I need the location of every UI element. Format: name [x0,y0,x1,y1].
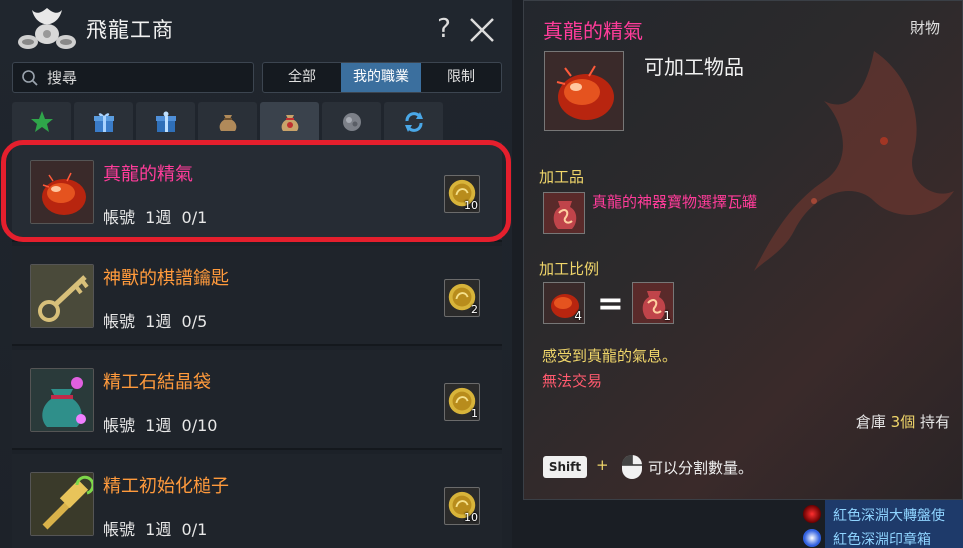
shop-panel: 飛龍工商 ? 全部 我的職業 限制 [0,0,512,548]
tab-ore[interactable] [322,102,381,142]
ratio-output-item: 1 [632,282,674,324]
storage-prefix: 倉庫 [855,413,891,431]
ratio-equals: = [597,284,624,322]
shift-key-badge: Shift [543,456,587,478]
item-name: 神獸的棋譜鑰匙 [103,268,229,289]
crystal-bag-icon [30,368,94,432]
search-input[interactable] [47,67,247,89]
notification-item[interactable]: 紅色深淵印章箱 [800,526,963,548]
key-icon [30,264,94,328]
storage-suffix: 持有 [915,413,950,431]
red-pouch-icon [281,115,298,131]
coin-cost: 2 [444,279,480,317]
artifact-jar-icon [543,192,585,234]
red-orb-icon [803,505,821,523]
coin-cost: 10 [444,487,480,525]
gift-box-icon [93,113,114,132]
tab-pouch[interactable] [198,102,257,142]
tab-gift-box-alt[interactable] [136,102,195,142]
ore-icon [342,113,361,131]
item-purchase-limit: 帳號 1週 0/5 [103,312,208,331]
ratio-label: 加工比例 [539,260,600,278]
dragon-essence-icon [30,160,94,224]
filter-group: 全部 我的職業 限制 [262,62,502,93]
coin-cost: 1 [444,383,480,421]
notification-item[interactable]: 紅色深淵大轉盤使 [800,502,963,526]
item-name: 精工石結晶袋 [103,372,211,393]
mouse-icon [622,454,642,479]
help-button[interactable]: ? [432,14,456,44]
ratio-input-count: 4 [574,309,582,323]
notification-text: 紅色深淵印章箱 [833,532,931,548]
tab-favorites[interactable] [12,102,71,142]
search-box[interactable] [12,62,254,93]
tab-red-pouch[interactable] [260,102,319,142]
dragon-art-icon [754,51,954,271]
list-item[interactable]: 真龍的精氣 帳號 1週 0/1 10 [1,140,511,242]
coin-cost: 10 [444,175,480,213]
storage-count: 3個 [890,413,916,431]
item-purchase-limit: 帳號 1週 0/10 [103,416,218,435]
ratio-output-count: 1 [663,309,671,323]
tab-refresh[interactable] [384,102,443,142]
filter-restricted-button[interactable]: 限制 [421,63,501,92]
list-item[interactable]: 精工初始化槌子 帳號 1週 0/1 10 [12,454,502,548]
tab-gift-box[interactable] [74,102,133,142]
tooltip-title: 真龍的精氣 [543,19,643,43]
item-name: 精工初始化槌子 [103,476,229,497]
coin-count: 10 [464,199,478,212]
dragon-essence-large-icon [544,51,624,131]
search-icon [22,70,38,86]
category-tabs [12,102,502,142]
title-bar[interactable]: 飛龍工商 ? [0,0,512,58]
dragon-logo-icon [18,8,76,49]
gift-box-alt-icon [155,111,176,132]
hammer-icon [30,472,94,536]
refresh-icon [404,112,423,132]
plus-sign: + [596,456,609,474]
coin-count: 2 [471,303,478,316]
item-tooltip: 真龍的精氣 財物 可加工物品 加工品 真龍的神器寶物選擇瓦罐 加工比例 4 = [523,0,963,500]
filter-all-button[interactable]: 全部 [263,63,341,92]
star-icon [30,111,53,132]
item-list: 真龍的精氣 帳號 1週 0/1 10 神獸的棋譜鑰匙 帳號 1週 0/5 2 精… [1,140,511,548]
coin-count: 10 [464,511,478,524]
item-purchase-limit: 帳號 1週 0/1 [103,208,208,227]
tooltip-subtitle: 可加工物品 [644,55,744,79]
list-item[interactable]: 精工石結晶袋 帳號 1週 0/10 1 [12,350,502,450]
window-title: 飛龍工商 [86,18,174,42]
filter-my-class-button[interactable]: 我的職業 [341,63,421,92]
list-item[interactable]: 神獸的棋譜鑰匙 帳號 1週 0/5 2 [12,246,502,346]
item-description: 感受到真龍的氣息。 [542,347,678,365]
product-name: 真龍的神器寶物選擇瓦罐 [592,193,758,211]
seal-box-icon [803,529,821,547]
item-name: 真龍的精氣 [103,164,193,185]
trade-restriction: 無法交易 [542,372,603,390]
item-purchase-limit: 帳號 1週 0/1 [103,520,208,539]
split-hint: 可以分割數量。 [648,459,754,477]
storage-info: 倉庫 3個 持有 [856,411,950,432]
close-icon[interactable] [466,14,498,46]
item-type: 財物 [910,19,941,37]
coin-count: 1 [471,407,478,420]
product-label: 加工品 [539,168,585,186]
notification-text: 紅色深淵大轉盤使 [833,508,945,524]
ratio-input-item: 4 [543,282,585,324]
pouch-icon [219,115,236,131]
